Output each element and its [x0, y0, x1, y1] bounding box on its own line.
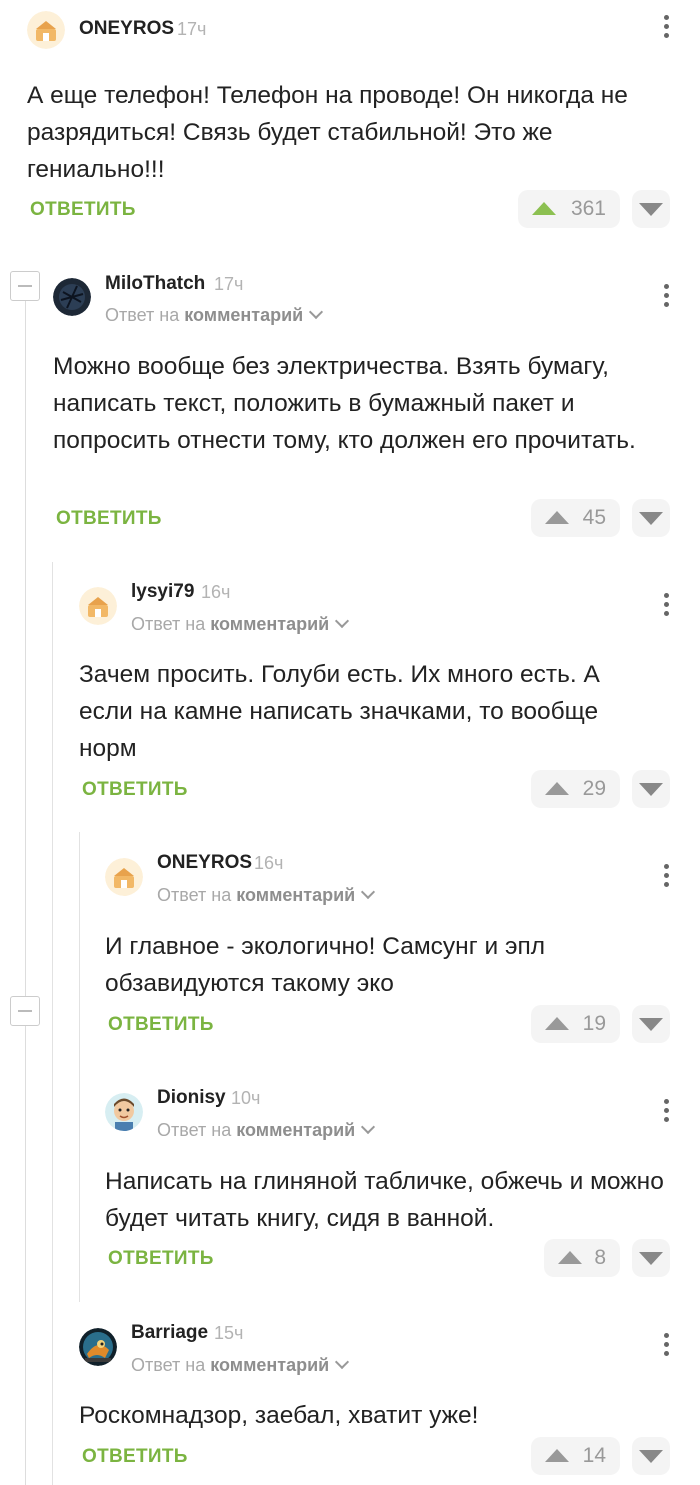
default-pikabu-avatar[interactable] — [79, 587, 117, 625]
dark-user-avatar[interactable] — [53, 278, 91, 316]
comment-author[interactable]: lysyi79 — [131, 581, 194, 603]
upvote-button[interactable]: 29 — [531, 770, 620, 808]
comment-rating: 19 — [582, 1012, 606, 1035]
comment-time: 17ч — [214, 274, 244, 294]
downvote-button[interactable] — [632, 1437, 670, 1475]
thread-line-level1 — [25, 300, 26, 1485]
reply-to-link[interactable]: Ответ на комментарий — [131, 1354, 350, 1376]
comment-author[interactable]: Barriage — [131, 1322, 208, 1344]
reply-button[interactable]: ОТВЕТИТЬ — [108, 1248, 214, 1270]
reply-button[interactable]: ОТВЕТИТЬ — [82, 1446, 188, 1468]
comment-author[interactable]: MiloThatch — [105, 273, 205, 295]
default-pikabu-avatar[interactable] — [105, 858, 143, 896]
comment-text: Написать на глиняной табличке, обжечь и … — [105, 1168, 664, 1232]
upvote-icon — [545, 1449, 569, 1462]
more-options-icon[interactable] — [662, 864, 670, 890]
downvote-icon — [639, 1018, 663, 1031]
more-options-icon[interactable] — [662, 1099, 670, 1125]
reply-button[interactable]: ОТВЕТИТЬ — [56, 508, 162, 530]
chevron-down-icon — [361, 884, 376, 900]
comment-text: Зачем просить. Голуби есть. Их много ест… — [79, 661, 600, 762]
downvote-icon — [639, 203, 663, 216]
comment-time: 17ч — [177, 19, 207, 39]
more-options-icon[interactable] — [662, 1333, 670, 1359]
reply-to-link[interactable]: Ответ на комментарий — [105, 304, 324, 326]
thread-line-level2 — [52, 562, 53, 1485]
comment-rating: 361 — [570, 197, 606, 220]
comment-time: 16ч — [201, 582, 231, 602]
comment-author[interactable]: Dionisy — [157, 1087, 226, 1109]
collapse-thread-button[interactable] — [10, 271, 40, 301]
downvote-button[interactable] — [632, 1005, 670, 1043]
reply-to-link[interactable]: Ответ на комментарий — [157, 1119, 376, 1141]
upvote-button[interactable]: 14 — [531, 1437, 620, 1475]
downvote-icon — [639, 512, 663, 525]
collapse-thread-button[interactable] — [10, 996, 40, 1026]
comment-rating: 45 — [582, 506, 606, 529]
downvote-icon — [639, 1252, 663, 1265]
reply-button[interactable]: ОТВЕТИТЬ — [108, 1014, 214, 1036]
upvote-button[interactable]: 8 — [544, 1239, 620, 1277]
downvote-button[interactable] — [632, 499, 670, 537]
thread-line-level3 — [79, 832, 80, 1302]
comment-rating: 8 — [594, 1246, 606, 1269]
upvote-icon — [545, 511, 569, 524]
upvote-button[interactable]: 361 — [518, 190, 620, 228]
chevron-down-icon — [309, 304, 324, 320]
chevron-down-icon — [335, 1354, 350, 1370]
reply-to-link[interactable]: Ответ на комментарий — [157, 884, 376, 906]
comment-time: 16ч — [254, 853, 284, 873]
upvote-button[interactable]: 45 — [531, 499, 620, 537]
more-options-icon[interactable] — [662, 15, 670, 41]
cartoon-face-avatar[interactable] — [105, 1093, 143, 1131]
cartoon-bird-avatar[interactable] — [79, 1328, 117, 1366]
default-pikabu-avatar[interactable] — [27, 11, 65, 49]
comment-author[interactable]: ONEYROS — [79, 18, 174, 40]
comment-rating: 29 — [582, 777, 606, 800]
upvote-button[interactable]: 19 — [531, 1005, 620, 1043]
comment-text: Роскомнадзор, заебал, хватит уже! — [79, 1402, 479, 1429]
downvote-icon — [639, 783, 663, 796]
reply-button[interactable]: ОТВЕТИТЬ — [82, 779, 188, 801]
downvote-button[interactable] — [632, 770, 670, 808]
downvote-button[interactable] — [632, 190, 670, 228]
comment-text: Можно вообще без электричества. Взять бу… — [53, 353, 636, 454]
upvote-icon — [558, 1251, 582, 1264]
comment-time: 15ч — [214, 1323, 244, 1343]
reply-to-link[interactable]: Ответ на комментарий — [131, 613, 350, 635]
downvote-icon — [639, 1450, 663, 1463]
comment-rating: 14 — [582, 1444, 606, 1467]
comment-author[interactable]: ONEYROS — [157, 852, 252, 874]
more-options-icon[interactable] — [662, 284, 670, 310]
upvote-icon — [545, 1017, 569, 1030]
chevron-down-icon — [361, 1119, 376, 1135]
reply-button[interactable]: ОТВЕТИТЬ — [30, 199, 136, 221]
upvote-icon — [545, 782, 569, 795]
comment-text: И главное - экологично! Самсунг и эпл об… — [105, 933, 546, 997]
upvote-icon — [532, 202, 556, 215]
more-options-icon[interactable] — [662, 593, 670, 619]
comment-text: А еще телефон! Телефон на проводе! Он ни… — [27, 82, 628, 183]
chevron-down-icon — [335, 613, 350, 629]
downvote-button[interactable] — [632, 1239, 670, 1277]
comment-time: 10ч — [231, 1088, 261, 1108]
